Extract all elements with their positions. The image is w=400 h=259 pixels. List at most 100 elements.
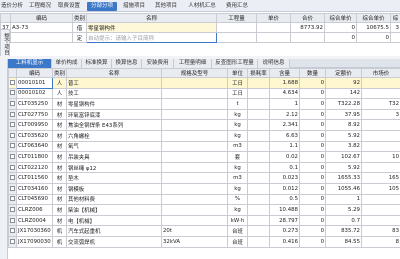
- table-row[interactable]: 37 A3-73 借 零星钢构件 8773.92 0 10675.5 3: [0, 22, 400, 33]
- cell-spec[interactable]: [161, 108, 228, 121]
- row-selector[interactable]: [8, 87, 17, 100]
- cell-spec[interactable]: 32kVA: [161, 235, 228, 248]
- cell-unit[interactable]: 套: [227, 151, 248, 163]
- cell-code[interactable]: A3-73: [10, 22, 73, 33]
- cell-spec[interactable]: [161, 161, 228, 174]
- cell-unit[interactable]: kW·h: [227, 214, 248, 227]
- tab-quantity-detail[interactable]: 工程量明细: [174, 59, 212, 68]
- col-header-quantity[interactable]: 工程量: [216, 13, 257, 23]
- row-selector[interactable]: [8, 161, 17, 174]
- cell-code[interactable]: JX17090030: [16, 235, 53, 248]
- cell-content[interactable]: 0.416: [269, 235, 300, 248]
- table-row[interactable]: CLT035250 材零星钢构件 t 1 0 T322.28 T32: [8, 98, 400, 110]
- cell-quota-price[interactable]: 8.92: [325, 119, 362, 131]
- checkbox-icon[interactable]: [10, 228, 15, 234]
- cell-spec[interactable]: [161, 172, 228, 184]
- cell-quota-price[interactable]: 84.55: [325, 235, 362, 248]
- cell-category[interactable]: 材: [52, 98, 67, 110]
- cell-total[interactable]: 8773.92: [290, 22, 325, 33]
- col-header-price[interactable]: 单价: [256, 13, 291, 23]
- table-row[interactable]: JX17090030 机交流弧焊机 32kVA 台班 0.416 0 84.55 8: [8, 235, 400, 248]
- cell-quota-price[interactable]: 37.95: [325, 108, 362, 121]
- col-header-unit[interactable]: 单位: [227, 68, 248, 78]
- checkbox-icon[interactable]: [10, 111, 15, 117]
- cell-category[interactable]: 人: [52, 87, 67, 100]
- table-row[interactable]: 38 定 自动提示：请输入子目简称 0 0: [0, 32, 400, 43]
- checkbox-icon[interactable]: [10, 122, 15, 128]
- cell-name[interactable]: 吊装夹具: [66, 151, 162, 163]
- cell-content[interactable]: 4.634: [269, 87, 300, 100]
- cell-unit-price[interactable]: 0: [324, 32, 357, 43]
- checkbox-icon[interactable]: [10, 143, 15, 149]
- cell-market-price[interactable]: [361, 204, 400, 216]
- name-input[interactable]: 自动提示：请输入子目简称: [86, 32, 217, 43]
- cell-code[interactable]: CLT063640: [16, 140, 53, 153]
- cell-market-price[interactable]: [361, 161, 400, 174]
- cell-quota-price[interactable]: 92: [325, 77, 362, 89]
- table-row[interactable]: CLT045690 材其他材料费% 0.5 0 1: [8, 193, 400, 206]
- cell-loss-rate[interactable]: [247, 129, 270, 142]
- table-row[interactable]: CLT022120 材钢丝绳 φ12 kg 0.1 0 5.92: [8, 161, 400, 174]
- cell-unit[interactable]: kg: [227, 108, 248, 121]
- row-selector[interactable]: [8, 140, 17, 153]
- cell-loss-rate[interactable]: [247, 193, 270, 206]
- cell-price[interactable]: [256, 22, 291, 33]
- cell-quantity[interactable]: 0: [299, 108, 326, 121]
- tab-standard-conversion[interactable]: 标准换算: [82, 59, 112, 68]
- table-row[interactable]: CLRZ006 材柴油【机械】 kg 10.488 0 5.29: [8, 204, 400, 216]
- cell-unit[interactable]: 工日: [227, 77, 248, 89]
- cell-unit[interactable]: t: [227, 98, 248, 110]
- menu-labor-material-summary[interactable]: 人材机汇总: [185, 2, 219, 11]
- tab-install-fees[interactable]: 安装费用: [142, 59, 174, 68]
- cell-quantity[interactable]: 0: [299, 77, 326, 89]
- cell-category[interactable]: 人: [52, 77, 67, 89]
- cell-spec[interactable]: [161, 129, 228, 142]
- cell-spec[interactable]: [161, 214, 228, 227]
- cell-unit-price[interactable]: 0: [324, 22, 357, 33]
- cell-quantity[interactable]: [216, 22, 257, 33]
- cell-spec[interactable]: [161, 193, 228, 206]
- col-header-code[interactable]: 编码: [10, 13, 73, 23]
- cell-market-price[interactable]: [361, 193, 400, 206]
- cell-market-price[interactable]: 3: [361, 108, 400, 121]
- cell-spec[interactable]: [161, 98, 228, 110]
- checkbox-icon[interactable]: [10, 238, 15, 244]
- cell-code[interactable]: CLT009950: [16, 119, 53, 131]
- cell-loss-rate[interactable]: [247, 98, 270, 110]
- cell-content[interactable]: 1.688: [269, 77, 300, 89]
- cell-quantity[interactable]: 0: [299, 151, 326, 163]
- row-selector[interactable]: [8, 214, 17, 227]
- col-header-all-unit-price[interactable]: 综合单价: [356, 13, 391, 23]
- table-row[interactable]: CLT063640 材氧气 m3 1.1 0 3.82: [8, 140, 400, 153]
- table-row[interactable]: 00010102 人技工 工日 4.634 0 142: [8, 87, 400, 100]
- cell-code[interactable]: CLRZ006: [16, 204, 53, 216]
- cell-name[interactable]: 六角螺栓: [66, 129, 162, 142]
- cell-category[interactable]: 定: [72, 32, 87, 43]
- row-selector[interactable]: [8, 172, 17, 184]
- checkbox-icon[interactable]: [10, 153, 15, 159]
- cell-category[interactable]: 材: [52, 161, 67, 174]
- cell-quantity[interactable]: [216, 32, 257, 43]
- cell-quota-price[interactable]: 1055.46: [325, 182, 362, 195]
- row-selector[interactable]: [8, 108, 17, 121]
- cell-content[interactable]: 0.273: [269, 225, 300, 237]
- cell-category[interactable]: 材: [52, 214, 67, 227]
- row-selector[interactable]: [8, 77, 17, 89]
- cell-code[interactable]: CLT035250: [16, 98, 53, 110]
- cell-content[interactable]: 6.63: [269, 129, 300, 142]
- checkbox-icon[interactable]: [10, 164, 15, 170]
- row-selector[interactable]: [8, 182, 17, 195]
- cell-total[interactable]: [290, 32, 325, 43]
- checkbox-icon[interactable]: [10, 196, 15, 202]
- cell-market-price[interactable]: 83: [361, 225, 400, 237]
- cell-loss-rate[interactable]: [247, 214, 270, 227]
- tab-unit-price-composition[interactable]: 单价构成: [52, 59, 82, 68]
- cell-loss-rate[interactable]: [247, 151, 270, 163]
- cell-market-price[interactable]: [361, 77, 400, 89]
- cell-category[interactable]: 材: [52, 172, 67, 184]
- cell-spec[interactable]: [161, 87, 228, 100]
- cell-name[interactable]: 钢模板: [66, 182, 162, 195]
- cell-unit[interactable]: m3: [227, 172, 248, 184]
- menu-sub-items[interactable]: 分部分项: [87, 2, 117, 11]
- menu-project-overview[interactable]: 工程概况: [27, 2, 53, 11]
